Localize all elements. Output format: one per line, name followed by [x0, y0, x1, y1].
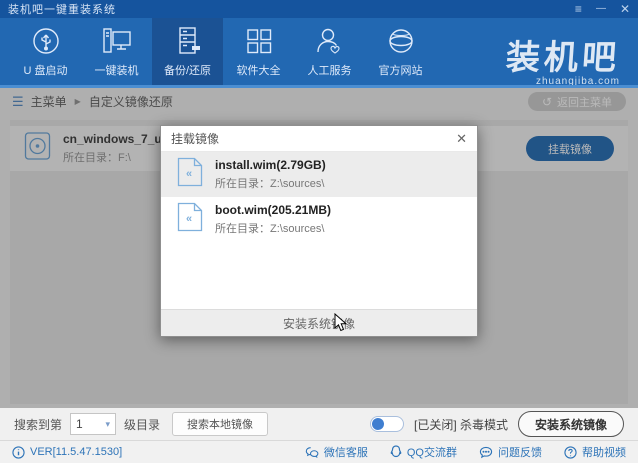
back-arrow-icon: ↺	[541, 94, 552, 109]
dialog-close-icon[interactable]: ✕	[456, 131, 467, 147]
wim-item-boot[interactable]: « boot.wim(205.21MB) 所在目录：Z:\sources\	[161, 197, 477, 242]
nav-label: U 盘启动	[23, 65, 68, 77]
wim-name: boot.wim(205.21MB)	[215, 203, 332, 217]
chevron-down-icon: ▾	[105, 418, 111, 429]
main-nav: U 盘启动 一键装机 备份/还原 软件大全 人工服务 官方网站 装机吧 zhua…	[0, 18, 638, 87]
wim-directory: 所在目录：Z:\sources\	[215, 178, 325, 190]
close-icon[interactable]: ✕	[620, 3, 630, 15]
titlebar: 装机吧一键重装系统 ≡ — ✕	[0, 0, 638, 18]
status-link-label: QQ交流群	[406, 447, 457, 459]
help-videos-link[interactable]: 帮助视频	[564, 444, 626, 460]
backup-restore-icon	[172, 25, 204, 57]
status-link-label: 帮助视频	[582, 447, 626, 459]
nav-label: 人工服务	[307, 65, 352, 77]
install-system-image-button[interactable]: 安装系统镜像	[518, 411, 624, 437]
nav-label: 软件大全	[236, 65, 281, 77]
mount-image-button[interactable]: 挂载镜像	[526, 136, 614, 161]
svg-text:«: «	[186, 168, 192, 180]
breadcrumb-current: 自定义镜像还原	[88, 95, 173, 109]
nav-item-software[interactable]: 软件大全	[223, 18, 294, 85]
help-icon	[564, 445, 577, 459]
wechat-support-link[interactable]: 微信客服	[305, 444, 368, 460]
brand-logo-text: 装机吧	[504, 39, 622, 77]
install-system-image-action[interactable]: 安装系统镜像	[161, 309, 477, 336]
brand-logo: 装机吧 zhuangjiba.com	[504, 39, 622, 87]
search-local-images-button[interactable]: 搜索本地镜像	[172, 412, 269, 436]
wechat-icon	[305, 446, 319, 458]
depth-select-value: 1	[76, 417, 83, 431]
antivirus-mode-label: [已关闭] 杀毒模式	[413, 417, 508, 432]
status-link-label: 微信客服	[323, 447, 368, 459]
chevron-right-icon: ▶	[74, 97, 81, 106]
wim-item-install[interactable]: « install.wim(2.79GB) 所在目录：Z:\sources\	[161, 152, 477, 197]
antivirus-mode-toggle[interactable]	[369, 416, 404, 432]
nav-item-one-key-install[interactable]: 一键装机	[81, 18, 152, 85]
nav-label: 备份/还原	[163, 65, 212, 77]
globe-icon	[385, 25, 417, 57]
bottom-controls: 搜索到第 1 ▾ 级目录 搜索本地镜像 [已关闭] 杀毒模式 安装系统镜像	[0, 408, 638, 440]
mount-image-dialog: 挂载镜像 ✕ « install.wim(2.79GB) 所在目录：Z:\sou…	[160, 125, 478, 337]
nav-item-backup-restore[interactable]: 备份/还原	[152, 18, 223, 85]
nav-item-usb-boot[interactable]: U 盘启动	[10, 18, 81, 85]
search-depth-prefix: 搜索到第	[14, 417, 63, 432]
version-info: VER[11.5.47.1530]	[12, 445, 123, 459]
computer-icon	[100, 25, 134, 57]
dialog-title: 挂载镜像	[171, 132, 220, 146]
nav-label: 官方网站	[378, 65, 423, 77]
feedback-icon	[479, 446, 493, 458]
nav-accent-strip	[0, 85, 638, 88]
breadcrumb-root[interactable]: 主菜单	[31, 93, 67, 110]
dialog-header: 挂载镜像 ✕	[161, 126, 477, 152]
app-window: 装机吧一键重装系统 ≡ — ✕ U 盘启动 一键装机 备份/还原 软件大全 人工…	[0, 0, 638, 463]
nav-item-official-site[interactable]: 官方网站	[365, 18, 436, 85]
svg-text:«: «	[186, 213, 192, 225]
list-icon: ☰	[12, 93, 24, 109]
feedback-link[interactable]: 问题反馈	[479, 444, 542, 460]
grid-icon	[243, 25, 275, 57]
back-to-main-menu-button[interactable]: ↺ 返回主菜单	[527, 92, 626, 111]
window-title: 装机吧一键重装系统	[8, 4, 116, 16]
back-button-label: 返回主菜单	[557, 96, 612, 109]
toggle-knob	[371, 418, 384, 430]
wim-file-icon: «	[177, 202, 203, 237]
nav-item-human-service[interactable]: 人工服务	[294, 18, 365, 85]
breadcrumb: ☰ 主菜单 ▶ 自定义镜像还原 ↺ 返回主菜单	[0, 88, 638, 115]
version-text: VER[11.5.47.1530]	[30, 446, 123, 458]
minimize-icon[interactable]: —	[596, 3, 606, 15]
statusbar: VER[11.5.47.1530] 微信客服 QQ交流群 问题反馈 帮助视频	[0, 440, 638, 463]
wim-directory: 所在目录：Z:\sources\	[215, 223, 325, 235]
wim-name: install.wim(2.79GB)	[215, 158, 326, 172]
person-icon	[314, 25, 346, 57]
qq-group-link[interactable]: QQ交流群	[390, 444, 457, 460]
depth-select[interactable]: 1 ▾	[70, 413, 117, 435]
wim-file-icon: «	[177, 157, 203, 192]
usb-icon	[30, 25, 62, 57]
info-icon	[12, 445, 25, 459]
disc-icon	[24, 131, 51, 166]
qq-icon	[390, 445, 402, 458]
status-link-label: 问题反馈	[498, 447, 542, 459]
menu-icon[interactable]: ≡	[575, 3, 582, 15]
nav-label: 一键装机	[94, 65, 139, 77]
search-depth-suffix: 级目录	[124, 417, 161, 432]
